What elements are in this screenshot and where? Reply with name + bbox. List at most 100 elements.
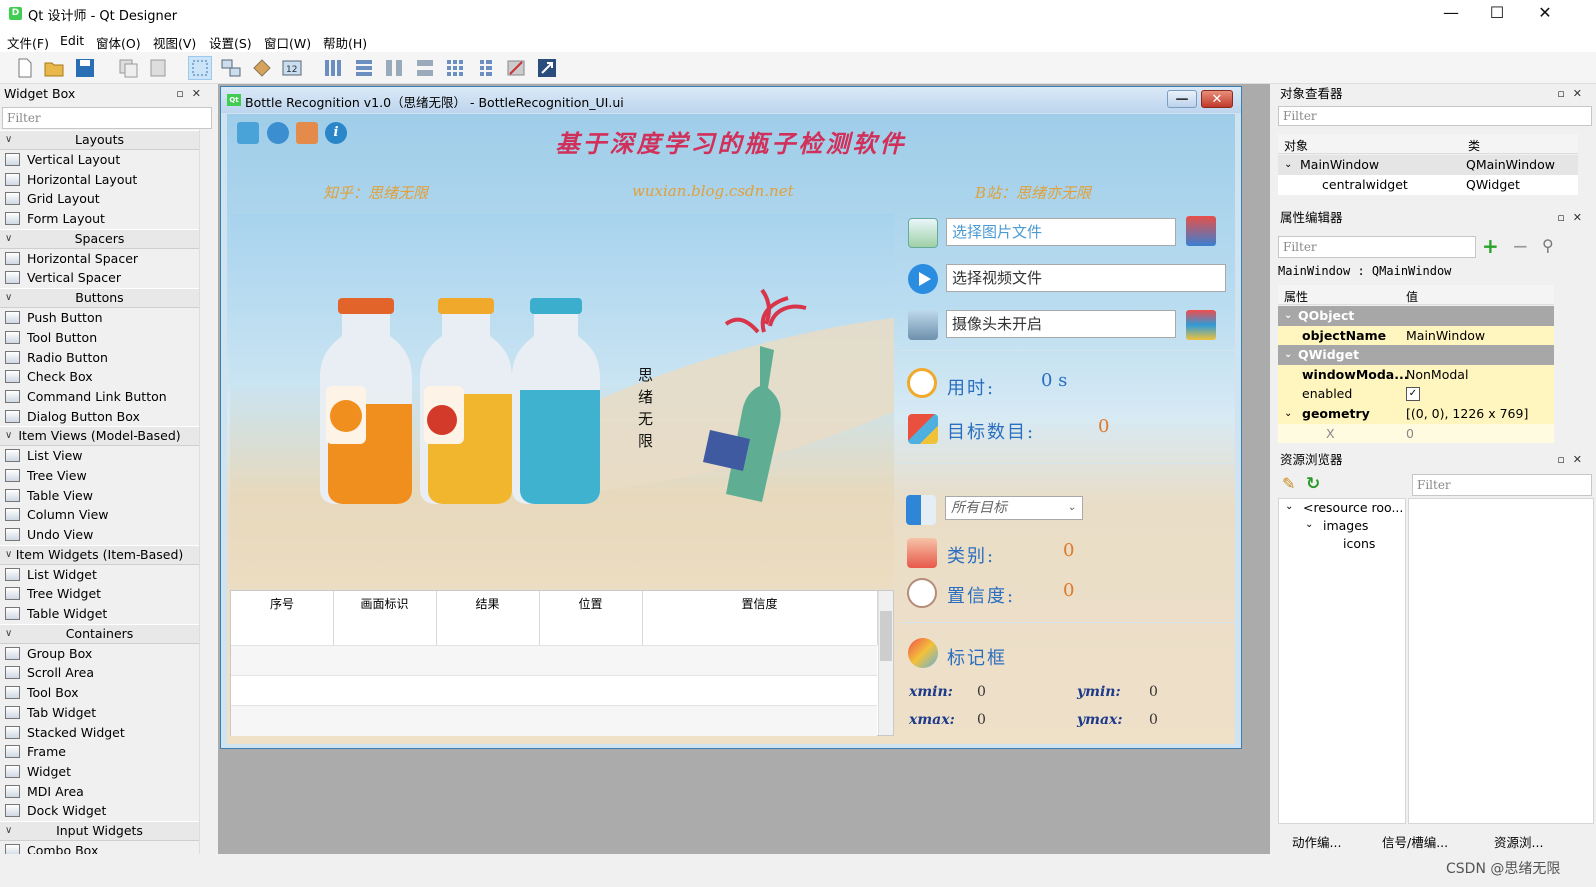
play-video-icon[interactable] [908,264,938,294]
reload-icon[interactable]: ↻ [1306,474,1326,494]
expand-icon[interactable]: ⌄ [1284,306,1292,326]
property-row[interactable]: objectName MainWindow [1278,325,1554,346]
widget-item[interactable]: Column View [0,505,199,525]
col-index[interactable]: 序号 [231,591,334,645]
layout-splitter-v-icon[interactable] [413,56,437,80]
menu-file[interactable]: 文件(F) [7,33,49,52]
property-value[interactable]: MainWindow [1406,326,1485,346]
open-image-button[interactable] [1186,216,1216,246]
tab-resource-browser[interactable]: 资源浏... [1494,832,1543,851]
menu-edit[interactable]: Edit [60,33,84,48]
edit-resources-icon[interactable]: ✎ [1282,474,1302,494]
camera-status-input[interactable]: 摄像头未开启 [946,310,1176,338]
object-filter[interactable]: Filter [1278,106,1592,126]
widget-item[interactable]: Horizontal Spacer [0,249,199,269]
col-frame-id[interactable]: 画面标识 [333,591,437,645]
resource-root[interactable]: <resource roo... [1303,500,1403,515]
widget-item[interactable]: Frame [0,742,199,762]
form-minimize-icon[interactable]: — [1167,90,1197,108]
property-list[interactable]: ⌄ QObject objectName MainWindow ⌄ QWidget wind… [1278,306,1554,444]
widget-item[interactable]: Table Widget [0,604,199,624]
widget-item[interactable]: MDI Area [0,782,199,802]
widget-item[interactable]: Tool Box [0,683,199,703]
widget-category[interactable]: Buttons [0,288,199,309]
menu-form[interactable]: 窗体(O) [96,33,141,52]
widget-item[interactable]: Combo Box [0,841,199,854]
copy-icon[interactable] [116,56,140,80]
dock-float-close-icon[interactable]: ▫✕ [1557,84,1590,104]
open-folder-icon[interactable] [42,56,66,80]
widget-item[interactable]: Command Link Button [0,387,199,407]
widget-item[interactable]: Tree View [0,466,199,486]
property-scrollbar[interactable] [1554,285,1570,445]
col-property[interactable]: 属性 [1284,288,1308,305]
resource-view[interactable] [1408,498,1594,824]
form-close-icon[interactable]: ✕ [1201,90,1233,108]
maximize-button[interactable]: ☐ [1474,0,1520,28]
property-row[interactable]: ⌄ QObject [1278,306,1554,326]
property-row[interactable]: ⌄ geometry [(0, 0), 1226 x 769] [1278,404,1554,424]
col-class[interactable]: 类 [1468,137,1480,154]
widget-item[interactable]: Horizontal Layout [0,170,199,190]
property-row[interactable]: ⌄ QWidget [1278,345,1554,365]
widget-item[interactable]: Dock Widget [0,801,199,821]
widget-item[interactable]: Tab Widget [0,703,199,723]
widget-category[interactable]: Item Views (Model-Based) [0,426,199,447]
col-value[interactable]: 值 [1406,288,1418,305]
dock-float-close-icon[interactable]: ▫✕ [1557,208,1590,228]
layout-form-icon[interactable] [474,56,498,80]
widget-category[interactable]: Layouts [0,130,199,150]
widget-item[interactable]: Stacked Widget [0,723,199,743]
object-tree-scrollbar[interactable] [1578,134,1594,184]
save-icon[interactable] [73,56,97,80]
widget-item[interactable]: Dialog Button Box [0,407,199,427]
col-confidence[interactable]: 置信度 [642,591,878,645]
enabled-checkbox[interactable]: ✓ [1406,387,1420,402]
widget-category[interactable]: Spacers [0,228,199,249]
results-table[interactable]: 序号 画面标识 结果 位置 置信度 [230,590,894,736]
table-row[interactable] [231,705,877,736]
edit-tab-order-icon[interactable]: 12 [280,56,304,80]
break-layout-icon[interactable] [504,56,528,80]
property-value[interactable]: NonModal [1406,365,1468,385]
table-row[interactable] [231,645,877,676]
menu-help[interactable]: 帮助(H) [323,33,367,52]
widget-item[interactable]: Radio Button [0,348,199,368]
widget-box-filter[interactable]: Filter [2,107,212,129]
layout-vertical-icon[interactable] [352,56,376,80]
open-camera-button[interactable] [1186,310,1216,340]
menu-view[interactable]: 视图(V) [153,33,196,52]
col-object[interactable]: 对象 [1284,137,1308,154]
edit-widgets-icon[interactable] [188,56,212,80]
table-row[interactable] [231,675,877,706]
widget-item[interactable]: Form Layout [0,209,199,229]
widget-item[interactable]: Group Box [0,644,199,664]
property-value[interactable]: [(0, 0), 1226 x 769] [1406,404,1528,424]
widget-category[interactable]: Item Widgets (Item-Based) [0,544,199,565]
object-row-mainwindow[interactable]: ⌄ MainWindow QMainWindow [1278,155,1578,175]
dock-float-close-icon[interactable]: ▫✕ [1557,450,1590,470]
expand-icon[interactable]: ⌄ [1284,404,1292,424]
layout-grid-icon[interactable] [443,56,467,80]
widget-item[interactable]: Scroll Area [0,663,199,683]
property-filter[interactable]: Filter [1278,236,1476,258]
object-row-centralwidget[interactable]: centralwidget QWidget [1278,175,1578,195]
widget-item[interactable]: Tool Button [0,328,199,348]
layout-splitter-h-icon[interactable] [382,56,406,80]
property-row[interactable]: windowModa... NonModal [1278,364,1554,385]
minimize-button[interactable]: — [1428,0,1474,28]
remove-property-icon[interactable]: − [1512,236,1534,258]
widget-item[interactable]: Widget [0,762,199,782]
menu-settings[interactable]: 设置(S) [209,33,252,52]
new-file-icon[interactable] [12,56,36,80]
video-file-input[interactable]: 选择视频文件 [946,264,1226,292]
widget-category[interactable]: Input Widgets [0,820,199,841]
expand-icon[interactable]: ⌄ [1285,501,1293,512]
target-select[interactable]: 所有目标 ⌄ [945,496,1083,520]
scroll-thumb[interactable] [880,611,892,661]
widget-item[interactable]: Undo View [0,525,199,545]
property-row[interactable]: enabled ✓ [1278,384,1554,404]
col-result[interactable]: 结果 [436,591,540,645]
object-tree[interactable]: ⌄ MainWindow QMainWindow centralwidget Q… [1278,155,1578,195]
resource-filter[interactable]: Filter [1412,474,1592,496]
